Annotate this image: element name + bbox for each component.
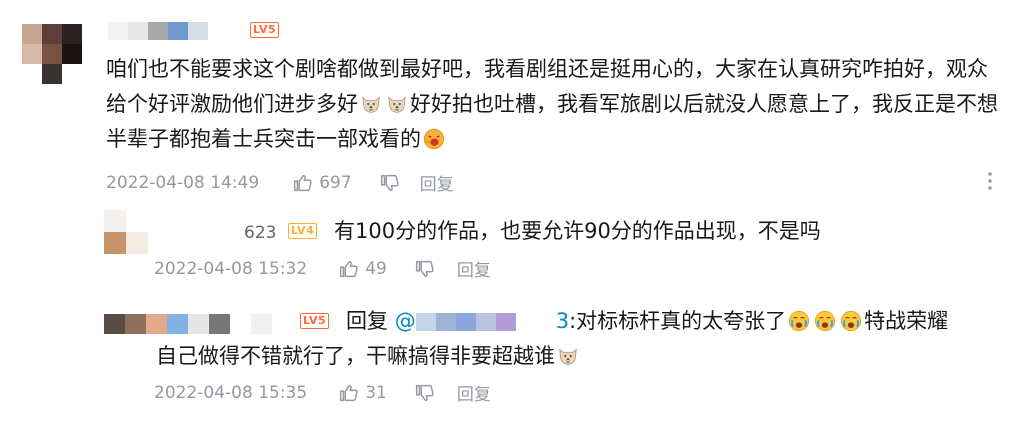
like-button[interactable]: 31 <box>337 382 387 404</box>
like-button[interactable]: 697 <box>291 172 352 194</box>
reply-button[interactable]: 回复 <box>457 380 491 405</box>
reply-time: 2022-04-08 15:32 <box>154 258 308 279</box>
dog-emoji <box>360 93 382 115</box>
dislike-icon <box>413 258 435 280</box>
comment-time: 2022-04-08 14:49 <box>106 172 260 193</box>
dislike-button[interactable] <box>413 382 435 404</box>
mention-link[interactable]: @3 <box>395 309 569 333</box>
username-censored[interactable] <box>108 22 208 40</box>
level-badge: LV4 <box>288 223 318 239</box>
dislike-icon <box>413 382 435 404</box>
cry-emoji <box>814 310 836 332</box>
dislike-button[interactable] <box>378 172 400 194</box>
reply-content: 有100分的作品，也要允许90分的作品出现，不是吗 <box>334 219 821 243</box>
reply-avatar-and-username-censored[interactable] <box>104 314 272 334</box>
reply-content-line2: 自己做得不错就行了，干嘛搞得非要超越谁 <box>156 339 581 374</box>
avatar[interactable] <box>22 24 82 84</box>
like-button[interactable]: 49 <box>337 258 387 280</box>
reply-avatar[interactable] <box>104 210 148 254</box>
like-count: 31 <box>365 382 387 403</box>
more-icon[interactable] <box>984 170 996 192</box>
reply-content: 回复 @3:对标标杆真的太夸张了 特战荣耀 <box>346 309 949 333</box>
dog-emoji <box>386 93 408 115</box>
like-icon <box>337 258 359 280</box>
like-count: 49 <box>365 258 387 279</box>
reply-meta: 2022-04-08 15:35 31 回复 <box>154 380 491 406</box>
like-icon <box>337 382 359 404</box>
reply-time: 2022-04-08 15:35 <box>154 382 308 403</box>
level-badge: LV5 <box>300 313 330 329</box>
reply-meta: 2022-04-08 15:32 49 回复 <box>154 256 491 282</box>
comment-meta: 2022-04-08 14:49 697 回复 <box>106 170 454 196</box>
reply-button[interactable]: 回复 <box>420 170 454 195</box>
comment-content: 咱们也不能要求这个剧啥都做到最好吧，我看剧组还是挺用心的，大家在认真研究咋拍好，… <box>106 57 998 151</box>
level-badge: LV5 <box>250 22 280 38</box>
yawn-emoji <box>423 128 445 150</box>
reply-username[interactable]: 623 <box>244 223 276 243</box>
dislike-icon <box>378 172 400 194</box>
like-count: 697 <box>319 172 352 193</box>
dislike-button[interactable] <box>413 258 435 280</box>
cry-emoji <box>788 310 810 332</box>
cry-emoji <box>840 310 862 332</box>
dog-emoji <box>557 345 579 367</box>
reply-button[interactable]: 回复 <box>457 256 491 281</box>
like-icon <box>291 172 313 194</box>
